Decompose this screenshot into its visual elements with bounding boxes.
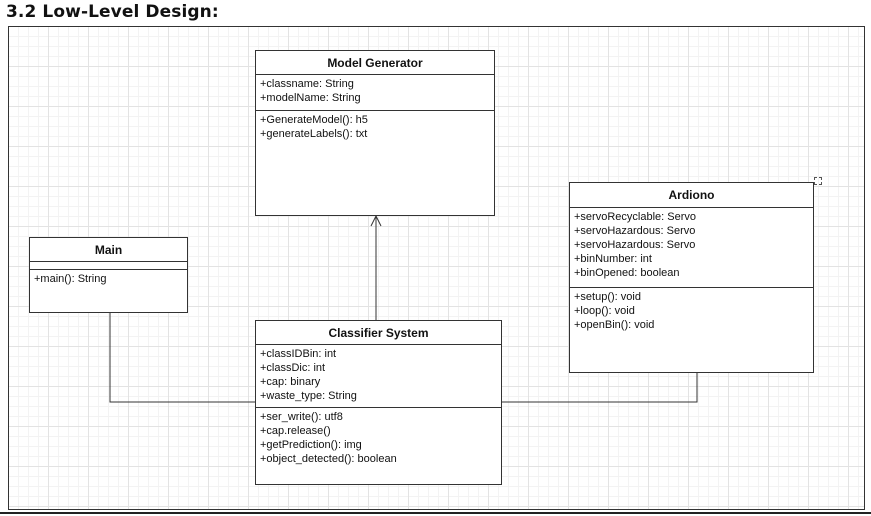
classifier-ardiono-association[interactable] — [501, 372, 698, 403]
class-ardiono[interactable]: Ardiono +servoRecyclable: Servo +servoHa… — [569, 182, 814, 373]
methods-section: +main(): String — [30, 270, 187, 288]
attribute: +classname: String — [260, 78, 354, 90]
method: +cap.release() — [260, 425, 331, 437]
methods-section: +ser_write(): utf8 +cap.release() +getPr… — [256, 408, 501, 468]
attribute: +binNumber: int — [574, 253, 652, 265]
attribute: +cap: binary — [260, 376, 321, 388]
class-name: Ardiono — [570, 183, 813, 208]
method: +ser_write(): utf8 — [260, 411, 343, 423]
method: +GenerateModel(): h5 — [260, 114, 368, 126]
method: +getPrediction(): img — [260, 439, 362, 451]
class-model-generator[interactable]: Model Generator +classname: String +mode… — [255, 50, 495, 216]
main-classifier-association[interactable] — [109, 312, 255, 403]
class-name: Main — [30, 238, 187, 262]
class-name: Classifier System — [256, 321, 501, 345]
attribute: +servoRecyclable: Servo — [574, 211, 696, 223]
attribute: +classIDBin: int — [260, 348, 337, 360]
attributes-section: +servoRecyclable: Servo +servoHazardous:… — [570, 208, 813, 288]
attribute: +classDic: int — [260, 362, 326, 374]
attributes-section — [30, 262, 187, 270]
attribute: +servoHazardous: Servo — [574, 225, 696, 237]
attributes-section: +classname: String +modelName: String — [256, 75, 494, 111]
attribute: +modelName: String — [260, 92, 361, 104]
attribute: +servoHazardous: Servo — [574, 239, 696, 251]
attributes-section: +classIDBin: int +classDic: int +cap: bi… — [256, 345, 501, 408]
bottom-divider — [0, 512, 871, 514]
method: +loop(): void — [574, 305, 635, 317]
methods-section: +GenerateModel(): h5 +generateLabels(): … — [256, 111, 494, 143]
method: +setup(): void — [574, 291, 641, 303]
method: +openBin(): void — [574, 319, 655, 331]
methods-section: +setup(): void +loop(): void +openBin():… — [570, 288, 813, 334]
class-main[interactable]: Main +main(): String — [29, 237, 188, 313]
method: +main(): String — [34, 273, 107, 285]
attribute: +binOpened: boolean — [574, 267, 680, 279]
class-name: Model Generator — [256, 51, 494, 75]
resize-handle-icon[interactable] — [814, 177, 822, 185]
attribute: +waste_type: String — [260, 390, 357, 402]
method: +object_detected(): boolean — [260, 453, 397, 465]
class-classifier-system[interactable]: Classifier System +classIDBin: int +clas… — [255, 320, 502, 485]
method: +generateLabels(): txt — [260, 128, 368, 140]
